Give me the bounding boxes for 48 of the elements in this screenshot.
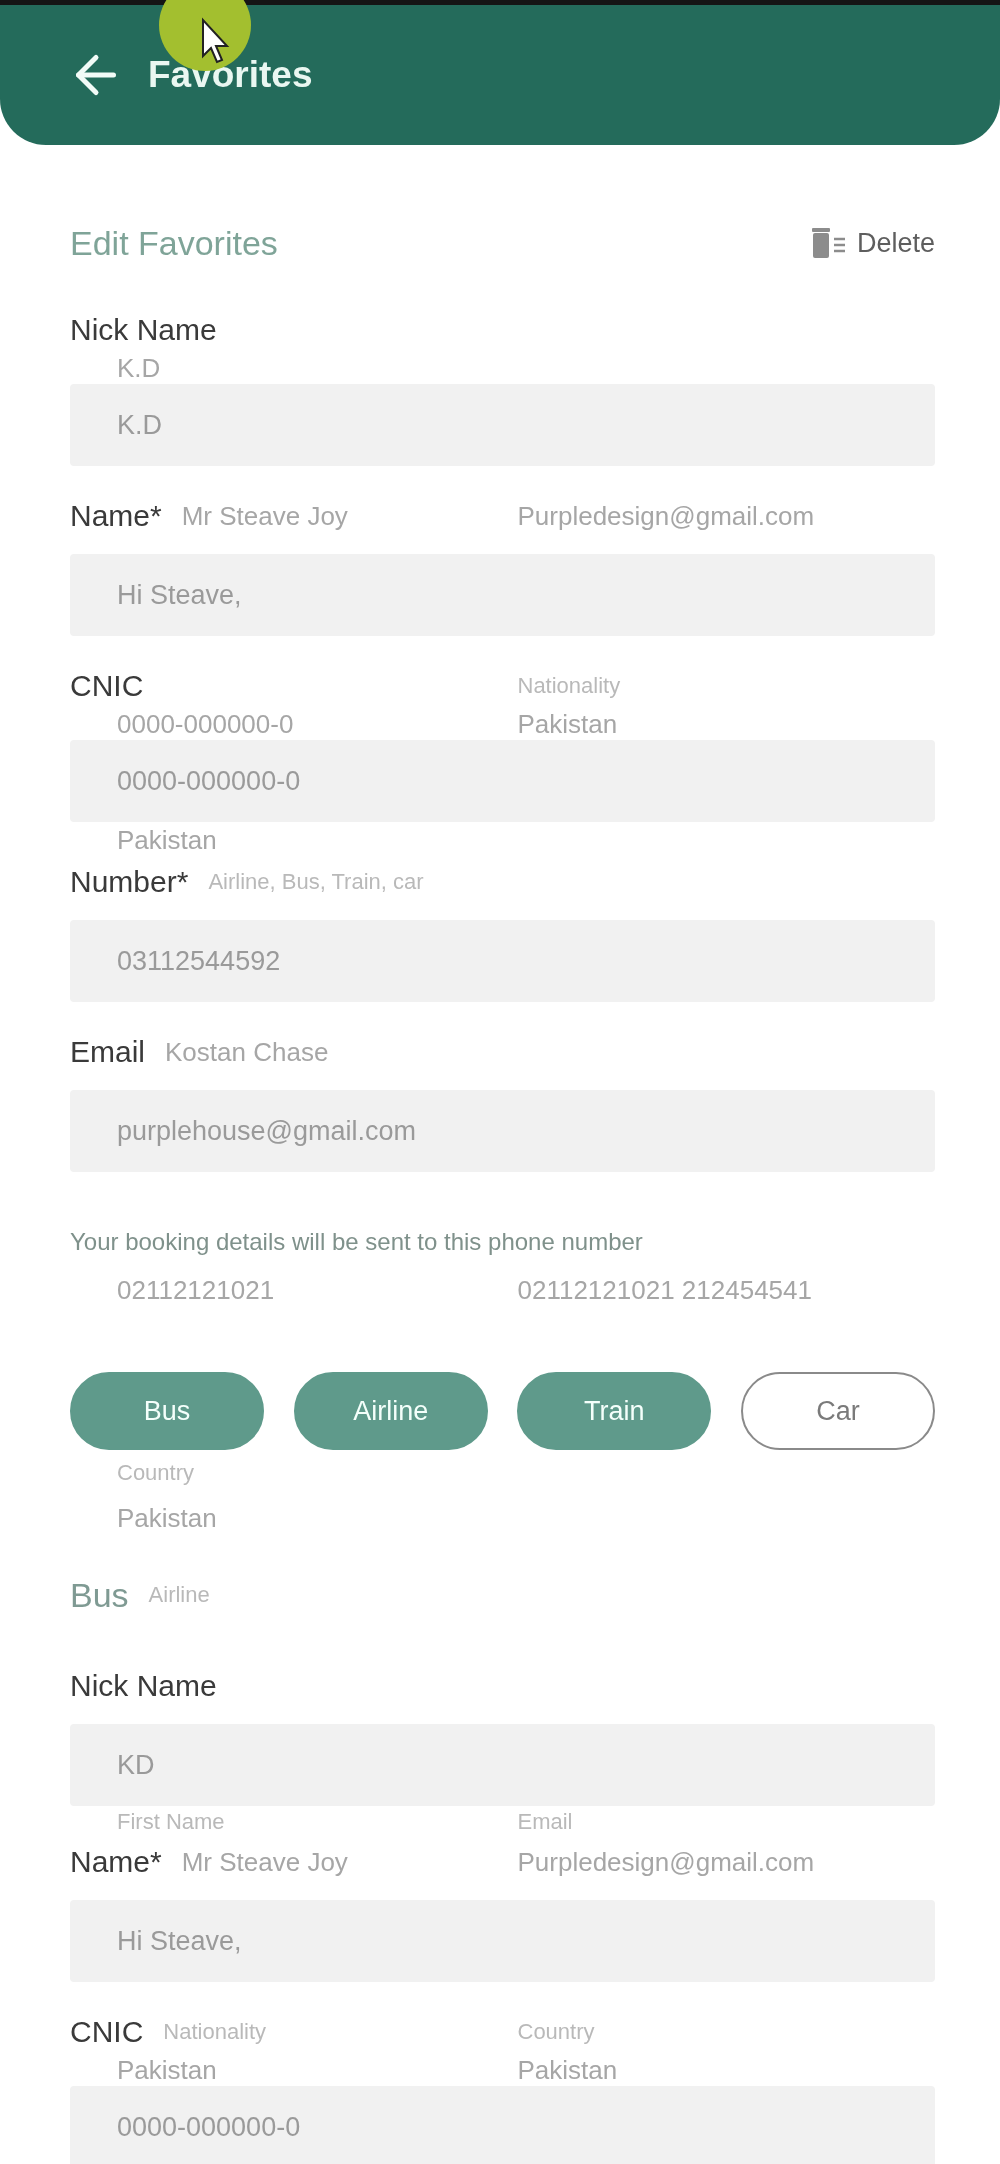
delete-button[interactable]: Delete xyxy=(810,227,935,259)
faded-text: Mr Steave Joy xyxy=(181,1846,348,1878)
text-field[interactable]: Hi Steave, xyxy=(70,1900,935,1982)
faded-caption: Country xyxy=(117,1460,195,1486)
field-label: CNIC xyxy=(70,2015,144,2049)
field-label: Nick Name xyxy=(70,313,217,347)
faded-text: Mr Steave Joy xyxy=(181,500,348,532)
text-field[interactable]: 0000-000000-0 xyxy=(70,2086,935,2164)
faded-text: 02112121021 212454541 xyxy=(517,1274,812,1305)
field-label: Nick Name xyxy=(70,1669,217,1703)
text-field[interactable]: purplehouse@gmail.com xyxy=(70,1090,935,1172)
faded-caption: Airline, Bus, Train, car xyxy=(208,869,424,895)
faded-text: K.D xyxy=(117,352,161,384)
faded-text: Pakistan xyxy=(117,1502,217,1534)
info-note: Your booking details will be sent to this phone number xyxy=(70,1227,644,1257)
faded-caption: Nationality xyxy=(517,673,621,698)
page-heading: Edit Favorites xyxy=(70,223,278,263)
field-label: CNIC xyxy=(70,669,144,703)
faded-text: Pakistan xyxy=(517,2054,618,2085)
faded-text: 02112121021 xyxy=(117,1274,275,1306)
faded-caption: Airline xyxy=(148,1582,210,1608)
section-title: Bus xyxy=(70,1575,129,1615)
trash-icon xyxy=(810,228,845,258)
text-field[interactable]: KD xyxy=(70,1724,935,1806)
faded-text: Pakistan xyxy=(117,824,217,856)
faded-caption: Nationality xyxy=(163,2019,267,2045)
faded-text: Kostan Chase xyxy=(165,1036,329,1068)
field-label: Number* xyxy=(70,865,189,899)
field-label: Email xyxy=(70,1035,145,1069)
transport-chip[interactable]: Bus xyxy=(70,1372,264,1450)
transport-chip[interactable]: Airline xyxy=(293,1372,488,1450)
text-field[interactable]: K.D xyxy=(70,384,935,466)
faded-caption: Country xyxy=(517,2019,595,2044)
transport-chip[interactable]: Car xyxy=(740,1372,935,1450)
faded-text: Purpledesign@gmail.com xyxy=(517,1846,815,1877)
faded-caption: First Name xyxy=(117,1809,225,1835)
faded-caption: Email xyxy=(517,1809,573,1834)
faded-text: Purpledesign@gmail.com xyxy=(517,500,815,531)
transport-chip[interactable]: Train xyxy=(517,1372,712,1450)
faded-text: Pakistan xyxy=(517,708,618,739)
text-field[interactable]: 03112544592 xyxy=(70,920,935,1002)
faded-text: 0000-000000-0 xyxy=(117,708,294,740)
field-label: Name* xyxy=(70,1845,162,1879)
field-label: Name* xyxy=(70,499,162,533)
text-field[interactable]: 0000-000000-0 xyxy=(70,740,935,822)
faded-text: Pakistan xyxy=(117,2054,217,2086)
text-field[interactable]: Hi Steave, xyxy=(70,554,935,636)
header-title: Favorites xyxy=(148,54,313,96)
